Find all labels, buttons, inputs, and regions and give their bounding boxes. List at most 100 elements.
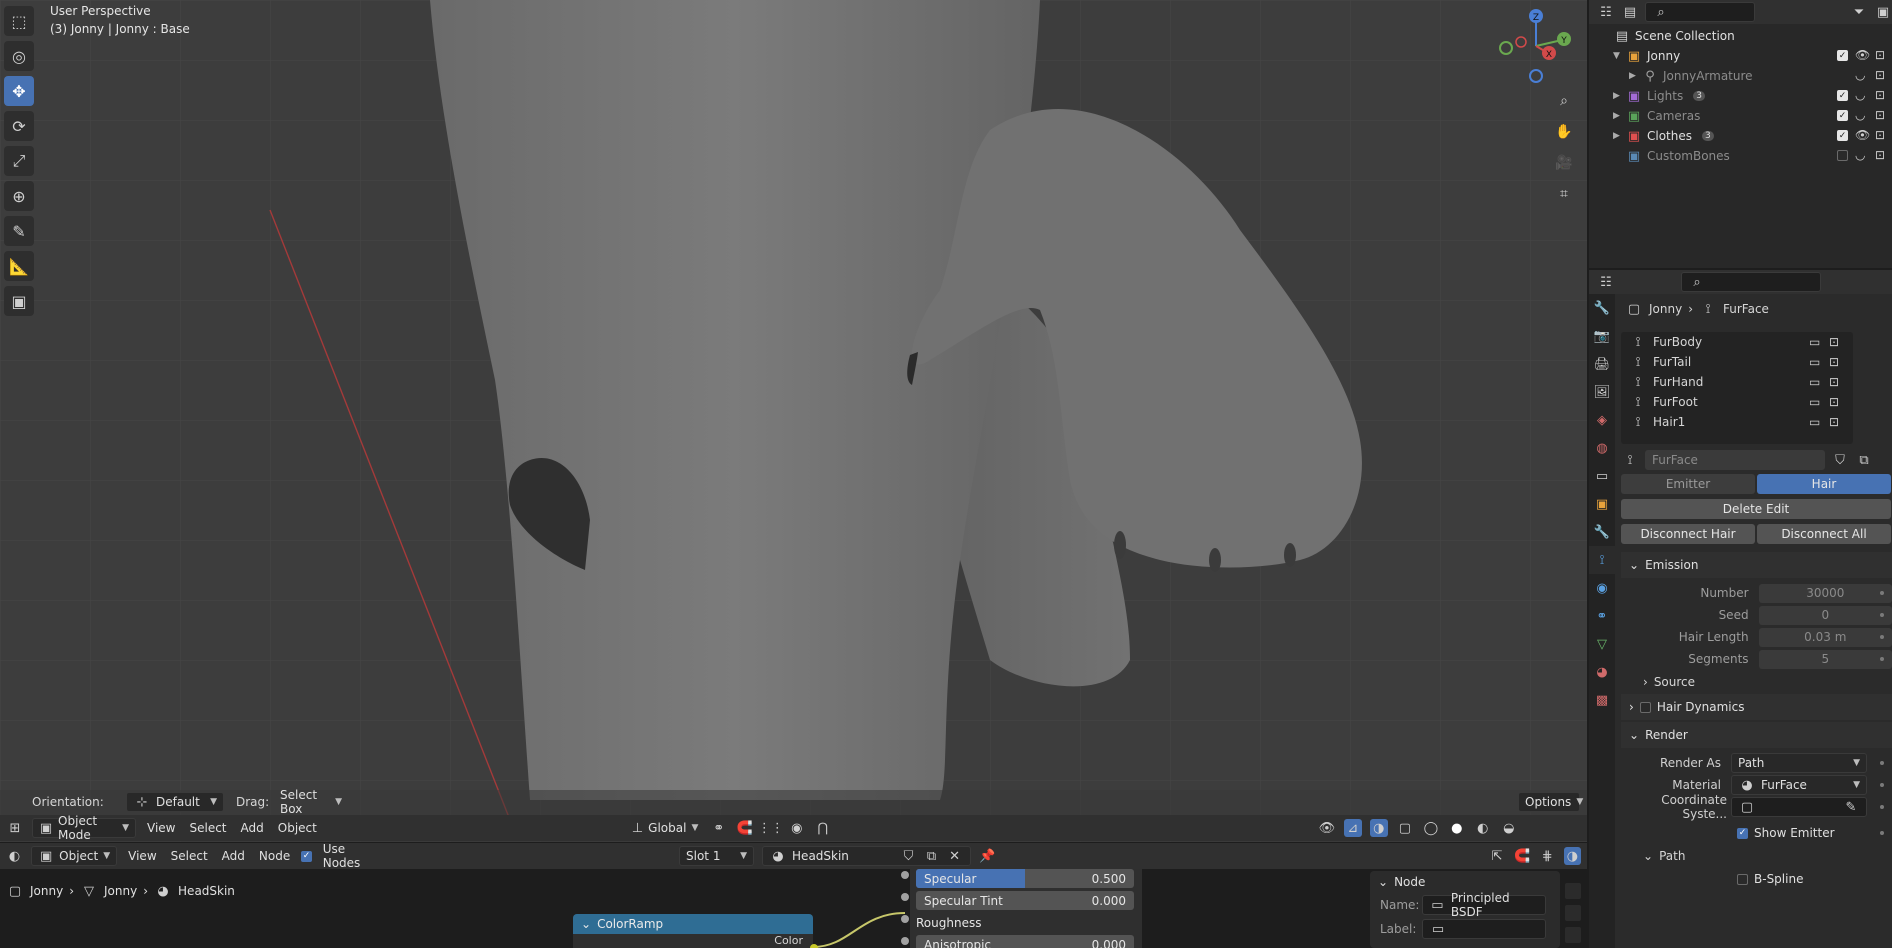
proportional-edit-icon[interactable]: ◉ (788, 819, 806, 837)
render-tab-icon[interactable]: 📷 (1589, 322, 1615, 350)
expand-right-icon[interactable]: ▶ (1629, 71, 1641, 81)
select-box-tool-icon[interactable]: ⬚ (4, 6, 34, 36)
node-section-header[interactable]: ⌄ Node (1370, 871, 1560, 893)
cursor-tool-icon[interactable]: ◎ (4, 41, 34, 71)
menu-view[interactable]: View (144, 821, 178, 835)
scene-tab-icon[interactable]: ◈ (1589, 406, 1615, 434)
viewport-display-icon[interactable]: ▭ (1809, 375, 1820, 389)
menu-object[interactable]: Object (275, 821, 320, 835)
editor-type-icon[interactable]: ☷ (1597, 3, 1615, 21)
path-subpanel[interactable]: ⌄ Path (1621, 844, 1892, 868)
snap-mode-icon[interactable]: ⋕ (1539, 847, 1556, 865)
render-camera-icon[interactable]: ⊡ (1829, 335, 1839, 349)
zoom-icon[interactable]: ⌕ (1551, 88, 1577, 114)
expand-right-icon[interactable]: ▶ (1613, 91, 1625, 101)
node-label-field[interactable]: ▭ (1422, 919, 1546, 939)
colorramp-header[interactable]: ⌄ ColorRamp (573, 914, 813, 934)
hidden-eye-icon[interactable]: ◡ (1855, 148, 1865, 162)
material-dropdown[interactable]: ◕ FurFace ▼ (1731, 775, 1867, 795)
display-mode-icon[interactable]: ▤ (1621, 3, 1639, 21)
specular-tint-socket[interactable] (901, 893, 909, 901)
keyframe-dot-icon[interactable] (1880, 761, 1884, 765)
keyframe-dot-icon[interactable] (1880, 805, 1884, 809)
exclude-checkbox[interactable] (1837, 150, 1848, 161)
use-nodes-checkbox[interactable]: ✓ (301, 850, 312, 862)
render-camera-icon[interactable]: ⊡ (1829, 395, 1839, 409)
render-camera-icon[interactable]: ⊡ (1875, 68, 1885, 82)
emission-field-value[interactable]: 5 (1758, 649, 1892, 669)
emission-field-value[interactable]: 0 (1758, 605, 1892, 625)
exclude-checkbox[interactable]: ✓ (1837, 130, 1848, 141)
falloff-icon[interactable]: ⋂ (814, 819, 832, 837)
outliner-row[interactable]: ▶ ⚲ JonnyArmature ◡ ⊡ (1589, 66, 1892, 86)
node-overlay-icon[interactable]: ◑ (1563, 847, 1581, 865)
wireframe-shading-icon[interactable]: ◯ (1422, 819, 1440, 837)
drag-dropdown[interactable]: Select Box ▼ (274, 788, 348, 816)
expand-right-icon[interactable]: ▶ (1613, 131, 1625, 141)
tool-tab-icon[interactable]: 🔧 (1589, 294, 1615, 322)
particle-settings-field[interactable]: FurFace (1645, 450, 1825, 470)
measure-tool-icon[interactable]: 📐 (4, 251, 34, 281)
expand-down-icon[interactable]: ▼ (1613, 51, 1625, 61)
particles-tab-icon[interactable]: ⟟ (1589, 546, 1615, 574)
rendered-shading-icon[interactable]: ◒ (1500, 819, 1518, 837)
coordinate-system-field[interactable]: ▢ ✎ (1731, 797, 1867, 817)
render-camera-icon[interactable]: ⊡ (1829, 355, 1839, 369)
overlay-toggle-icon[interactable]: ◑ (1369, 819, 1388, 837)
object-tab-icon[interactable]: ▣ (1589, 490, 1615, 518)
bsdf-node[interactable]: Specular 0.500 Specular Tint 0.000 Roughness… (910, 869, 1142, 948)
colorramp-node[interactable]: ⌄ ColorRamp Color (573, 914, 813, 948)
expand-right-icon[interactable]: ▶ (1613, 111, 1625, 121)
hidden-eye-icon[interactable]: ◡ (1855, 88, 1865, 102)
fake-user-shield-icon[interactable]: ⛉ (900, 847, 918, 865)
bsdf-input-row[interactable]: Roughness (916, 913, 1134, 932)
physics-tab-icon[interactable]: ◉ (1589, 574, 1615, 602)
emission-field-value[interactable]: 0.03 m (1758, 627, 1892, 647)
show-emitter-checkbox[interactable]: ✓ (1737, 827, 1748, 839)
render-camera-icon[interactable]: ⊡ (1875, 88, 1885, 102)
roughness-socket[interactable] (901, 915, 909, 923)
texture-tab-icon[interactable]: ▩ (1589, 686, 1615, 714)
ortho-grid-icon[interactable]: ⌗ (1551, 181, 1577, 207)
exclude-checkbox[interactable]: ✓ (1837, 110, 1848, 121)
eye-icon[interactable]: 👁 (1855, 128, 1870, 142)
particle-system-list[interactable]: ⟟ FurBody ▭ ⊡ ⟟ FurTail ▭ ⊡ ⟟ FurHand ▭ ⊡ ⟟ FurFoot ▭ ⊡… (1621, 332, 1853, 444)
eyedropper-icon[interactable]: ✎ (1842, 798, 1860, 816)
annotate-tool-icon[interactable]: ✎ (4, 216, 34, 246)
node-menu-select[interactable]: Select (168, 849, 211, 863)
data-tab-icon[interactable]: ▽ (1589, 630, 1615, 658)
material-tab-icon[interactable]: ◕ (1589, 658, 1615, 686)
render-as-dropdown[interactable]: Path ▼ (1731, 753, 1867, 773)
snap-node-icon[interactable]: 🧲 (1514, 847, 1531, 865)
viewport-display-icon[interactable]: ▭ (1809, 355, 1820, 369)
xray-icon[interactable]: ▢ (1396, 819, 1414, 837)
camera-view-icon[interactable]: 🎥 (1551, 150, 1577, 176)
bsdf-input-row[interactable]: Anisotropic 0.000 (916, 935, 1134, 948)
emission-field-value[interactable]: 30000 (1758, 583, 1892, 603)
material-selector[interactable]: ◕ HeadSkin ⛉ ⧉ ✕ (762, 846, 971, 866)
render-camera-icon[interactable]: ⊡ (1875, 48, 1885, 62)
color-output-socket[interactable] (810, 944, 818, 948)
disconnect-hair-button[interactable]: Disconnect Hair (1621, 524, 1755, 544)
particle-system-item[interactable]: ⟟ FurFoot ▭ ⊡ (1621, 392, 1853, 412)
particle-system-item[interactable]: ⟟ FurBody ▭ ⊡ (1621, 332, 1853, 352)
mode-dropdown[interactable]: ▣ Object Mode ▼ (32, 814, 136, 842)
source-subpanel[interactable]: › Source (1621, 670, 1892, 694)
hair-dynamics-panel[interactable]: › Hair Dynamics (1621, 694, 1892, 720)
menu-add[interactable]: Add (238, 821, 267, 835)
constraints-tab-icon[interactable]: ⚭ (1589, 602, 1615, 630)
hidden-eye-icon[interactable]: ◡ (1855, 108, 1865, 122)
solid-shading-icon[interactable]: ● (1448, 819, 1466, 837)
navigation-gizmo[interactable]: Z Y X (1488, 8, 1578, 88)
outliner-row[interactable]: ▶ ▣ Cameras ✓ ◡ ⊡ (1589, 106, 1892, 126)
hair-type-tab[interactable]: Hair (1757, 474, 1891, 494)
keyframe-dot-icon[interactable] (1880, 635, 1884, 639)
scale-tool-icon[interactable]: ⤢ (4, 146, 34, 176)
keyframe-dot-icon[interactable] (1880, 613, 1884, 617)
pin-icon[interactable]: 📌 (979, 847, 996, 865)
unlink-x-icon[interactable]: ✕ (946, 847, 964, 865)
render-camera-icon[interactable]: ⊡ (1829, 415, 1839, 429)
scene-collection-row[interactable]: ▤ Scene Collection (1589, 26, 1892, 46)
transform-orientation-dropdown[interactable]: ⊥ Global ▼ (626, 818, 702, 838)
options-dropdown[interactable]: Options ▼ (1518, 792, 1583, 812)
